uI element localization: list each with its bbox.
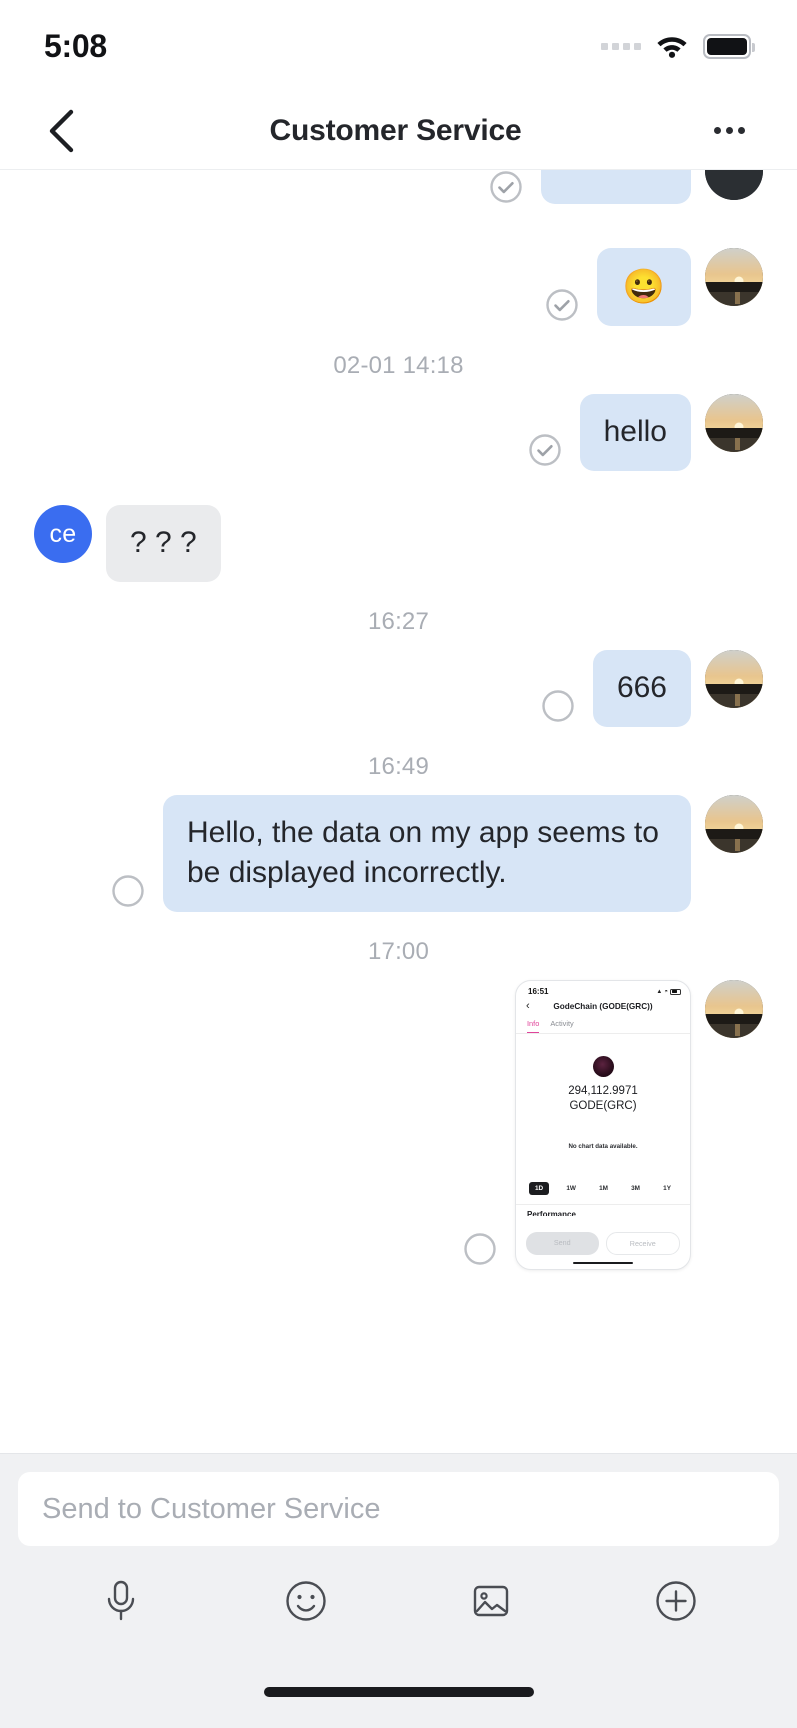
status-icons [601, 33, 755, 59]
tab-activity[interactable]: Activity [550, 1019, 573, 1033]
avatar[interactable] [705, 649, 763, 708]
home-indicator[interactable] [263, 1687, 534, 1697]
screenshot-title: GodeChain (GODE(GRC)) [553, 1002, 653, 1012]
avatar[interactable] [705, 794, 763, 853]
message-list[interactable]: 😀 02-01 14:18 hello ce ? ? ? 16:27 666 1… [0, 170, 797, 1453]
message-row: Hello, the data on my app seems to be di… [0, 794, 797, 913]
status-bar: 5:08 [0, 0, 797, 92]
composer-toolbar [18, 1546, 779, 1656]
receive-button[interactable]: Receive [605, 1232, 680, 1256]
message-bubble[interactable]: 666 [592, 649, 691, 727]
image-icon [473, 1585, 509, 1617]
status-pending-icon [111, 874, 145, 908]
chat-screen: 5:08 Customer Service 😀 02-01 14:18 hell… [0, 0, 797, 1728]
avatar[interactable] [705, 170, 763, 200]
range-1m[interactable]: 1M [593, 1182, 614, 1195]
message-row: 16:51 ▲ ◓ ‹ GodeChain (GODE(GRC)) Info A… [0, 980, 797, 1271]
message-input[interactable]: Send to Customer Service [18, 1472, 779, 1546]
range-1y[interactable]: 1Y [657, 1182, 677, 1195]
range-3m[interactable]: 3M [625, 1182, 646, 1195]
status-sent-icon [489, 170, 523, 204]
message-row: 😀 [0, 248, 797, 327]
avatar-initials[interactable]: ce [34, 505, 92, 564]
screenshot-status-icons: ▲ ◓ [656, 988, 681, 995]
plus-circle-icon [656, 1581, 697, 1621]
message-bubble[interactable]: Hello, the data on my app seems to be di… [163, 794, 691, 913]
message-bubble[interactable]: 😀 [596, 248, 691, 327]
wifi-icon: ◓ [664, 988, 668, 995]
chevron-left-icon [49, 109, 74, 152]
range-1d[interactable]: 1D [529, 1181, 550, 1195]
image-button[interactable] [461, 1571, 521, 1631]
wifi-icon [657, 37, 687, 58]
avatar[interactable] [705, 394, 763, 453]
home-indicator-area [0, 1656, 797, 1728]
emoji-icon [286, 1581, 326, 1621]
timestamp: 16:27 [367, 607, 430, 635]
message-row: hello [0, 394, 797, 472]
battery-icon [670, 988, 681, 995]
message-row: ce ? ? ? [0, 505, 797, 582]
status-time: 5:08 [44, 27, 107, 64]
more-options-button[interactable] [703, 104, 757, 158]
status-pending-icon [541, 689, 575, 723]
attached-screenshot[interactable]: 16:51 ▲ ◓ ‹ GodeChain (GODE(GRC)) Info A… [515, 980, 691, 1271]
balance-symbol: GODE(GRC) [569, 1099, 637, 1112]
signal-dots-icon [601, 42, 641, 50]
send-button[interactable]: Send [526, 1232, 599, 1256]
chevron-left-icon[interactable]: ‹ [526, 1001, 530, 1012]
avatar[interactable] [705, 248, 763, 306]
timestamp: 02-01 14:18 [333, 352, 464, 380]
more-button[interactable] [646, 1571, 706, 1631]
timestamp: 16:49 [367, 752, 430, 780]
balance-amount: 294,112.9971 [568, 1085, 638, 1098]
avatar[interactable] [705, 980, 763, 1039]
status-pending-icon [463, 1232, 497, 1266]
chart-range-selector: 1D 1W 1M 3M 1Y [516, 1181, 690, 1195]
composer: Send to Customer Service [0, 1453, 797, 1656]
screenshot-nav: ‹ GodeChain (GODE(GRC)) [516, 998, 690, 1017]
performance-section-label: Performance [516, 1203, 690, 1216]
tab-info[interactable]: Info [527, 1019, 540, 1034]
token-balance-block: 294,112.9971 GODE(GRC) [516, 1056, 690, 1113]
range-1w[interactable]: 1W [560, 1182, 582, 1195]
more-horizontal-icon [714, 127, 722, 134]
timestamp: 17:00 [367, 938, 430, 966]
microphone-icon [107, 1580, 134, 1621]
screenshot-actions: Send Receive [516, 1232, 690, 1256]
back-button[interactable] [34, 104, 88, 158]
gode-token-icon [592, 1056, 614, 1078]
message-bubble[interactable] [541, 170, 691, 204]
microphone-button[interactable] [91, 1571, 151, 1631]
message-row [0, 170, 797, 208]
signal-icon: ▲ [656, 988, 663, 995]
screenshot-tabs: Info Activity [516, 1017, 690, 1035]
screenshot-time: 16:51 [528, 987, 549, 997]
message-bubble[interactable]: ? ? ? [106, 505, 221, 582]
page-title: Customer Service [269, 113, 522, 147]
screenshot-status-bar: 16:51 ▲ ◓ [516, 981, 690, 998]
chart-empty-message: No chart data available. [568, 1142, 638, 1150]
message-row: 666 [0, 649, 797, 727]
screenshot-home-indicator [573, 1261, 633, 1265]
status-sent-icon [545, 288, 579, 322]
emoji-button[interactable] [276, 1571, 336, 1631]
app-header: Customer Service [0, 92, 797, 170]
battery-full-icon [703, 33, 755, 59]
status-sent-icon [528, 433, 562, 467]
message-bubble[interactable]: hello [579, 394, 691, 472]
